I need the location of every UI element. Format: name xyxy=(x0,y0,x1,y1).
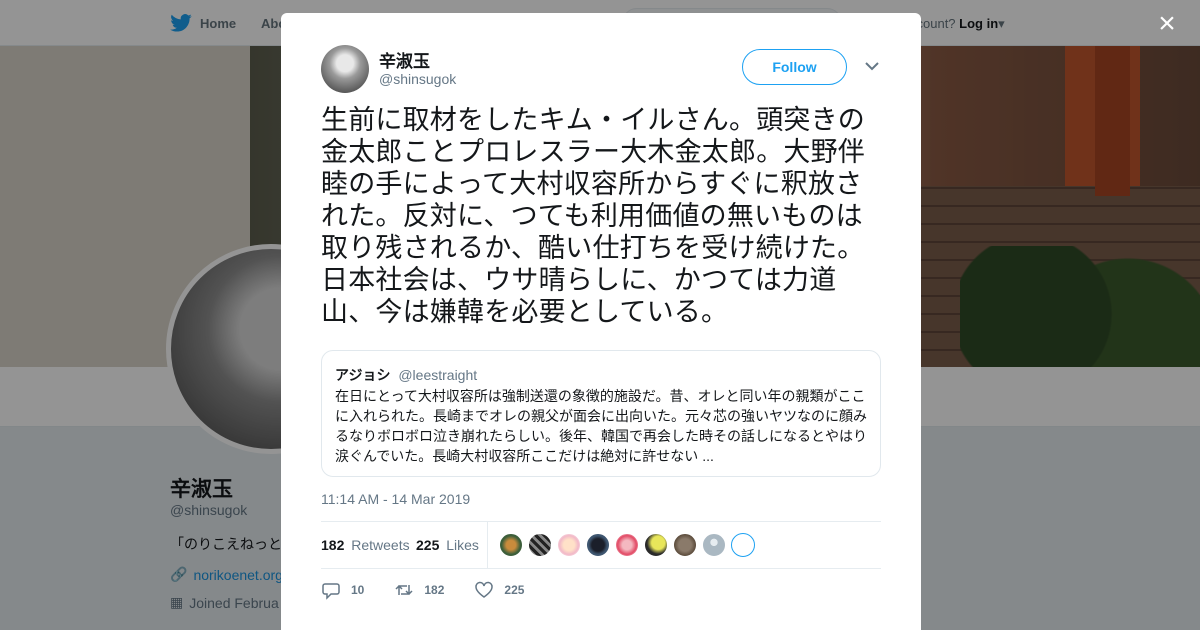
author-avatar[interactable] xyxy=(321,45,369,93)
liker-avatar[interactable] xyxy=(499,533,523,557)
author-handle[interactable]: @shinsugok xyxy=(379,71,456,87)
close-icon[interactable]: × xyxy=(1154,9,1180,39)
stats-divider xyxy=(487,522,488,569)
quoted-text-line: るなりボロボロ泣き崩れたらしい。後年、韓国で再会した時その話しになるとやはり xyxy=(335,428,867,444)
retweets-count: 182 xyxy=(321,537,345,553)
reply-icon xyxy=(322,583,340,600)
liker-avatar[interactable] xyxy=(557,533,581,557)
like-action[interactable]: 225 xyxy=(474,580,524,600)
tweet-text: 生前に取材をしたキム・イルさん。頭突きの 金太郎ことプロレスラー大木金太郎。大野… xyxy=(321,104,891,328)
tweet-text-line: 日本社会は、ウサ晴らしに、かつては力道 xyxy=(321,265,837,295)
quoted-author-name: アジョシ xyxy=(335,367,391,383)
tweet-stats: 182 Retweets 225 Likes xyxy=(321,521,881,569)
tweet-text-line: 睦の手によって大村収容所からすぐに釈放さ xyxy=(321,169,863,199)
retweet-action[interactable]: 182 xyxy=(394,580,444,600)
default-avatar-icon[interactable] xyxy=(702,533,726,557)
retweet-count: 182 xyxy=(424,583,445,597)
tweet-timestamp[interactable]: 11:14 AM - 14 Mar 2019 xyxy=(321,491,470,507)
chevron-down-icon[interactable] xyxy=(863,57,881,75)
tweet-actions: 10 182 225 xyxy=(321,580,554,600)
quoted-text-line: に入れられた。長崎までオレの親父が面会に出向いた。元々芯の強いヤツなのに顔み xyxy=(335,408,867,424)
tweet-text-line: れた。反対に、つても利用価値の無いものは xyxy=(321,201,863,231)
tweet-text-line: 山、今は嫌韓を必要としている。 xyxy=(321,297,729,327)
heart-icon xyxy=(475,581,494,598)
liker-avatar[interactable] xyxy=(528,533,552,557)
tweet-modal: 辛淑玉 @shinsugok Follow 生前に取材をしたキム・イルさん。頭突… xyxy=(281,13,921,630)
author-name[interactable]: 辛淑玉 xyxy=(379,47,430,72)
retweets-stat[interactable]: 182 Retweets xyxy=(321,537,410,553)
retweet-icon xyxy=(395,584,413,596)
liker-avatar[interactable] xyxy=(673,533,697,557)
likes-label: Likes xyxy=(446,537,479,553)
tweet-text-line: 金太郎ことプロレスラー大木金太郎。大野伴 xyxy=(321,137,865,167)
liker-avatars xyxy=(499,533,755,557)
bird-avatar-icon[interactable] xyxy=(731,533,755,557)
liker-avatar[interactable] xyxy=(586,533,610,557)
reply-action[interactable]: 10 xyxy=(321,580,364,600)
liker-avatar[interactable] xyxy=(644,533,668,557)
follow-button[interactable]: Follow xyxy=(742,49,847,85)
tweet-text-line: 生前に取材をしたキム・イルさん。頭突きの xyxy=(321,105,865,135)
quoted-text-line: 涙ぐんでいた。長崎大村収容所ここだけは絶対に許せない ... xyxy=(335,448,714,464)
liker-avatar[interactable] xyxy=(615,533,639,557)
likes-count: 225 xyxy=(416,537,440,553)
reply-count: 10 xyxy=(351,583,365,597)
quoted-tweet-text: 在日にとって大村収容所は強制送還の象徴的施設だ。昔、オレと同い年の親類がここ に… xyxy=(335,386,875,466)
quoted-author-handle: @leestraight xyxy=(398,367,478,383)
likes-stat[interactable]: 225 Likes xyxy=(416,537,479,553)
quoted-tweet[interactable]: アジョシ @leestraight 在日にとって大村収容所は強制送還の象徴的施設… xyxy=(321,350,881,477)
tweet-text-line: 取り残されるか、酷い仕打ちを受け続けた。 xyxy=(321,233,865,263)
quoted-tweet-header: アジョシ @leestraight xyxy=(335,365,477,385)
retweets-label: Retweets xyxy=(351,537,410,553)
quoted-text-line: 在日にとって大村収容所は強制送還の象徴的施設だ。昔、オレと同い年の親類がここ xyxy=(335,388,866,404)
like-count: 225 xyxy=(504,583,525,597)
